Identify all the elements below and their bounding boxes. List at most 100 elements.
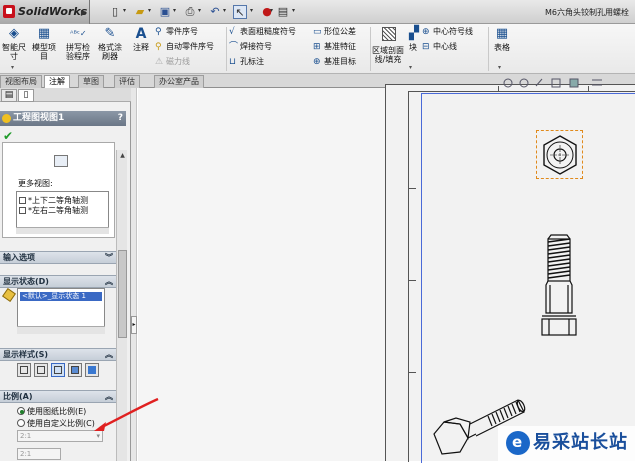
section-display-style[interactable]: 显示样式(S) ︽: [0, 348, 116, 361]
scale-input[interactable]: 2:1: [17, 448, 61, 460]
options-icon[interactable]: ▤: [276, 5, 290, 19]
view-orientation-button[interactable]: [54, 155, 68, 167]
table-dropdown-icon[interactable]: ▾: [498, 64, 501, 71]
smart-dimension-dropdown-icon[interactable]: ▾: [11, 64, 14, 71]
ok-check-icon[interactable]: ✔: [3, 129, 13, 143]
horizontal-scrollbar[interactable]: [16, 227, 109, 234]
shaded-icon: [88, 366, 96, 374]
section-display-state[interactable]: 显示状态(D) ︽: [0, 275, 116, 288]
display-state-icon: [2, 288, 16, 302]
radio-button[interactable]: [17, 419, 25, 427]
section-input-options[interactable]: 输入选项 ︾: [0, 251, 116, 264]
property-manager-tab-icon[interactable]: ▯: [18, 89, 34, 102]
title-bar: SolidWorks ▶ ▯ ▾ ▰ ▾ ▣ ▾ ⎙ ▾ ↶ ▾ ↖ ▾ ● ▾…: [0, 0, 635, 24]
undo-dropdown-icon[interactable]: ▾: [223, 7, 226, 14]
horizontal-scrollbar[interactable]: [17, 326, 105, 334]
hole-callout-icon: ⊔: [229, 57, 237, 67]
section-title: 比例(A): [3, 392, 33, 401]
print-dropdown-icon[interactable]: ▾: [198, 7, 201, 14]
gtol-icon: ▭: [313, 27, 322, 37]
display-style-icon[interactable]: [592, 79, 602, 86]
gtol-label: 形位公差: [324, 27, 356, 36]
auto-balloon-icon: ⚲: [155, 42, 162, 52]
new-file-icon[interactable]: ▯: [108, 5, 122, 19]
options-dropdown-icon[interactable]: ▾: [292, 7, 295, 14]
surface-finish-button[interactable]: √ 表面粗糙度符号: [229, 26, 296, 38]
hole-callout-button[interactable]: ⊔ 孔标注: [229, 56, 264, 68]
shaded-button[interactable]: [85, 363, 99, 377]
help-button[interactable]: ?: [118, 111, 123, 126]
datum-target-button[interactable]: ⊕ 基准目标: [313, 56, 356, 68]
save-dropdown-icon[interactable]: ▾: [173, 7, 176, 14]
note-button[interactable]: A 注释: [130, 26, 152, 52]
property-manager-title: 工程图视图1 ?: [0, 111, 126, 126]
block-dropdown-icon[interactable]: ▾: [409, 64, 412, 71]
spell-check-button[interactable]: ᴬᴮᶜ✓ 拼写检验程序: [63, 26, 93, 61]
table-button[interactable]: ▦ 表格: [490, 26, 514, 52]
section-view-icon[interactable]: [551, 78, 561, 88]
format-painter-button[interactable]: ✎ 格式涂刷器: [95, 26, 125, 61]
undo-icon[interactable]: ↶: [208, 5, 222, 19]
print-icon[interactable]: ⎙: [183, 5, 197, 19]
app-name: SolidWorks: [18, 5, 88, 18]
select-cursor-icon[interactable]: ↖: [233, 5, 247, 19]
bolt-front-view[interactable]: [535, 233, 585, 339]
datum-feature-icon: ⊞: [313, 42, 321, 52]
collapse-panel-handle[interactable]: ▸: [131, 316, 137, 334]
new-dropdown-icon[interactable]: ▾: [123, 7, 126, 14]
scrollbar-thumb[interactable]: [118, 250, 127, 338]
tab-view-layout[interactable]: 视图布局: [0, 75, 42, 88]
radio-button[interactable]: [17, 407, 25, 415]
open-folder-icon[interactable]: ▰: [133, 5, 147, 19]
zone-tick: [408, 188, 416, 189]
smart-dimension-button[interactable]: ◈ 智能尺寸: [0, 26, 28, 61]
tab-sketch[interactable]: 草图: [78, 75, 104, 88]
view-orientation-icon[interactable]: [569, 78, 579, 88]
heads-up-view-toolbar[interactable]: [500, 76, 630, 90]
checkbox[interactable]: [19, 197, 26, 204]
spell-check-icon: ᴬᴮᶜ✓: [70, 29, 87, 38]
document-title: M6六角头铰制孔用螺栓: [545, 8, 629, 17]
area-hatch-button[interactable]: 区域剖面线/填充: [372, 46, 404, 64]
rebuild-dropdown-icon[interactable]: ▾: [270, 7, 273, 14]
save-icon[interactable]: ▣: [158, 5, 172, 19]
block-icon: ▞: [409, 26, 419, 41]
auto-balloon-button[interactable]: ⚲ 自动零件序号: [155, 41, 214, 53]
previous-view-icon[interactable]: [535, 78, 543, 87]
balloon-button[interactable]: ⚲ 零件序号: [155, 26, 198, 38]
tab-annotation[interactable]: 注解: [44, 75, 70, 89]
ribbon-separator: [488, 27, 489, 71]
scroll-up-icon[interactable]: ▲: [118, 152, 127, 159]
list-item[interactable]: *左右二等角轴测: [19, 205, 88, 216]
centerline-button[interactable]: ⊟ 中心线: [422, 41, 457, 53]
model-items-button[interactable]: ▦ 模型项目: [29, 26, 59, 61]
more-views-label: 更多视图:: [18, 179, 53, 188]
zoom-area-icon[interactable]: [519, 78, 529, 88]
checkbox[interactable]: [19, 207, 26, 214]
weld-symbol-label: 焊接符号: [240, 42, 272, 51]
tab-office-products[interactable]: 办公室产品: [154, 75, 204, 88]
feature-tree-tab-icon[interactable]: ▤: [1, 89, 17, 102]
format-painter-label: 格式涂刷器: [98, 43, 122, 61]
zoom-fit-icon[interactable]: [503, 78, 513, 88]
gtol-button[interactable]: ▭ 形位公差: [313, 26, 356, 38]
tab-evaluate[interactable]: 评估: [114, 75, 140, 88]
datum-feature-button[interactable]: ⊞ 基准特征: [313, 41, 356, 53]
open-dropdown-icon[interactable]: ▾: [148, 7, 151, 14]
hidden-lines-icon: [37, 366, 45, 374]
table-label: 表格: [494, 43, 510, 52]
hidden-lines-visible-button[interactable]: [34, 363, 48, 377]
wireframe-style-button[interactable]: [17, 363, 31, 377]
select-dropdown-icon[interactable]: ▾: [250, 7, 253, 14]
hidden-lines-removed-button[interactable]: [51, 363, 65, 377]
panel-scrollbar[interactable]: ▲: [116, 150, 127, 340]
block-button[interactable]: ▞ 块: [406, 26, 420, 52]
solidworks-logo-menu[interactable]: SolidWorks ▶: [0, 0, 90, 24]
magnetic-line-button[interactable]: ⚠ 磁力线: [155, 56, 190, 68]
shaded-edges-button[interactable]: [68, 363, 82, 377]
center-mark-button[interactable]: ⊕ 中心符号线: [422, 26, 473, 38]
weld-symbol-button[interactable]: ⌒ 焊接符号: [229, 41, 272, 53]
list-item[interactable]: <默认>_显示状态 1: [20, 292, 102, 301]
chevron-up-icon: ︽: [105, 350, 113, 359]
smart-dimension-icon: ◈: [9, 26, 19, 41]
